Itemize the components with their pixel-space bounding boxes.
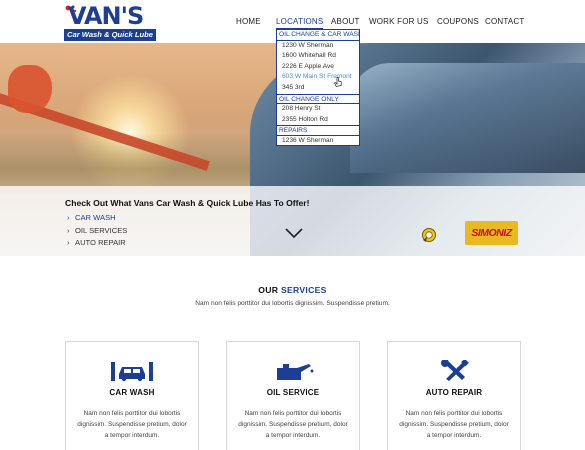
hero-link-label: AUTO REPAIR (75, 238, 126, 247)
car-wash-icon (111, 362, 153, 382)
car-windshield (350, 63, 585, 173)
logo-subtitle: Car Wash & Quick Lube (64, 29, 156, 41)
chevron-right-icon: › (67, 225, 70, 235)
nav-locations[interactable]: LOCATIONS (276, 17, 324, 29)
location-link[interactable]: 1230 W Sherman (277, 41, 359, 52)
services-heading-prefix: OUR (258, 285, 279, 295)
card-title: CAR WASH (109, 388, 155, 397)
services-subtitle: Nam non felis porttitor dui lobortis dig… (195, 300, 390, 307)
gloved-hand (8, 65, 52, 113)
nav-work-for-us[interactable]: WORK FOR US (369, 17, 429, 26)
vans-logo[interactable]: VAN'S Car Wash & Quick Lube (64, 2, 156, 42)
location-link[interactable]: 2355 Holton Rd (277, 115, 359, 126)
card-title: OIL SERVICE (266, 388, 320, 397)
location-link[interactable]: 345 3rd (277, 83, 359, 94)
dropdown-group-heading: REPAIRS (277, 125, 359, 136)
hero-link-label: CAR WASH (75, 213, 116, 222)
card-text: Nam non felis porttitor dui lobortis dig… (77, 410, 187, 439)
hero-link-auto-repair[interactable]: › AUTO REPAIR (67, 237, 127, 250)
nav-home[interactable]: HOME (236, 17, 261, 26)
nav-coupons[interactable]: COUPONS (437, 17, 479, 26)
wrench-screwdriver-icon (441, 360, 469, 381)
service-card-car-wash[interactable]: CAR WASH Nam non felis porttitor dui lob… (65, 341, 199, 450)
chevron-right-icon: › (67, 238, 70, 247)
card-text: Nam non felis porttitor dui lobortis dig… (399, 410, 509, 439)
service-card-oil-service[interactable]: OIL SERVICE Nam non felis porttitor dui … (226, 341, 360, 450)
chevron-down-icon[interactable] (284, 226, 304, 240)
simoniz-logo: SIMONIZ (465, 221, 518, 245)
chevron-right-icon: › (67, 213, 70, 222)
hand-cursor-icon (334, 77, 342, 87)
location-link[interactable]: 2226 E Apple Ave (277, 62, 359, 73)
location-link-hovered[interactable]: 603 W Main St Fremont (277, 72, 359, 83)
hero-links: › CAR WASH › OIL SERVICES › AUTO REPAIR (67, 212, 127, 250)
hero-title: Check Out What Vans Car Wash & Quick Lub… (65, 198, 310, 208)
card-text: Nam non felis porttitor dui lobortis dig… (238, 410, 348, 439)
location-link[interactable]: 1600 Whitehall Rd (277, 51, 359, 62)
nav-about[interactable]: ABOUT (331, 17, 360, 26)
award-badge-icon (422, 228, 436, 242)
location-link[interactable]: 1236 W Sherman (277, 136, 359, 147)
nav-contact[interactable]: CONTACT (485, 17, 524, 26)
dropdown-group-heading: OIL CHANGE & CAR WASH (277, 30, 359, 41)
hero-link-oil-services[interactable]: › OIL SERVICES (67, 225, 127, 238)
hero-link-label: OIL SERVICES (75, 225, 128, 235)
locations-dropdown: OIL CHANGE & CAR WASH 1230 W Sherman 160… (276, 29, 360, 146)
card-title: AUTO REPAIR (425, 388, 483, 397)
hero-link-car-wash[interactable]: › CAR WASH (67, 212, 127, 225)
dropdown-group-heading: OIL CHANGE ONLY (277, 93, 359, 105)
services-heading: OUR SERVICES (0, 285, 585, 295)
logo-title: VAN'S (68, 2, 144, 30)
oil-can-icon (277, 364, 314, 380)
service-card-auto-repair[interactable]: AUTO REPAIR Nam non felis porttitor dui … (387, 341, 521, 450)
location-link[interactable]: 208 Henry St (277, 104, 359, 115)
simoniz-logo-text: SIMONIZ (471, 227, 512, 239)
services-heading-accent: SERVICES (280, 285, 327, 295)
